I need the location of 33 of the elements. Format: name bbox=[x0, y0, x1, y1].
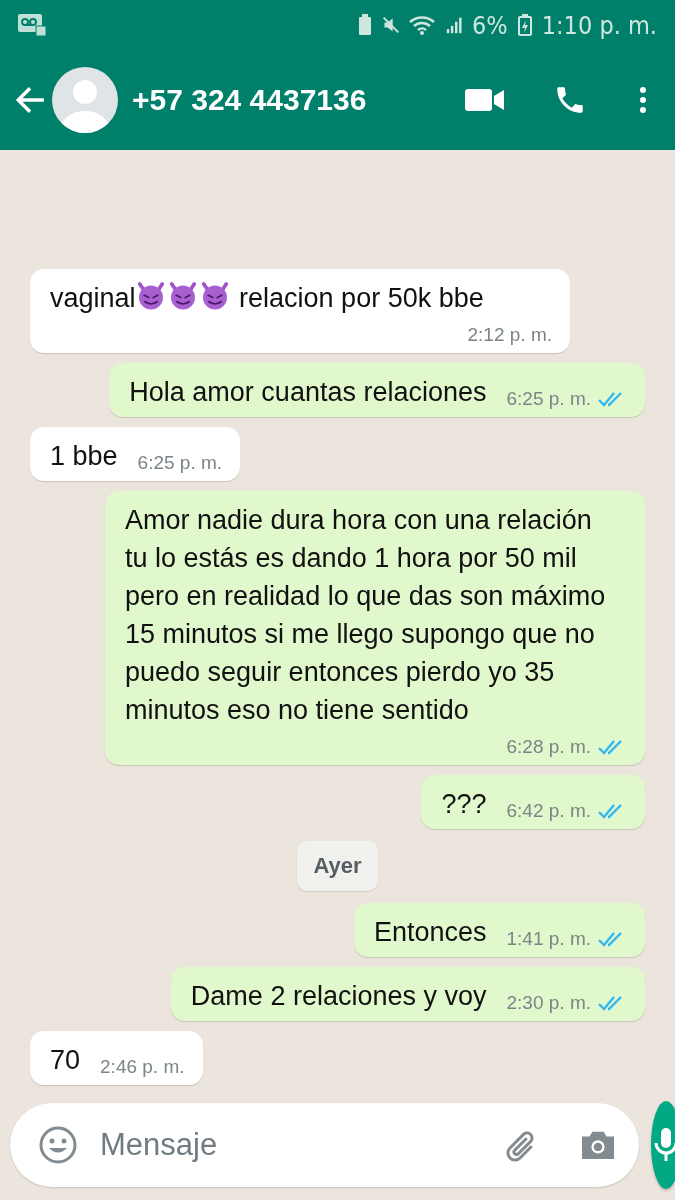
message-text: Dame 2 relaciones y voy bbox=[190, 980, 487, 1013]
message-time: 6:25 p. m. bbox=[506, 387, 591, 411]
back-arrow-icon[interactable] bbox=[14, 84, 46, 116]
message-text: Entonces bbox=[373, 916, 487, 949]
microphone-button[interactable] bbox=[651, 1100, 675, 1189]
message-time: 6:28 p. m. bbox=[506, 735, 591, 759]
contact-name[interactable]: +57 324 4437136 bbox=[132, 83, 465, 117]
battery-percent: 6% bbox=[472, 10, 508, 40]
video-call-icon[interactable] bbox=[465, 86, 505, 114]
devil-face-icon bbox=[135, 281, 166, 311]
message-text: Amor nadie dura hora con una relación tu lo estás es dando 1 hora por 50 mil pero en realidad lo que das son máximo 15 minutos si me llego supongo que no puedo seguir entonces pierdo yo 35 minutos eso no tiene sentido bbox=[125, 504, 607, 727]
message-text: Hola amor cuantas relaciones bbox=[129, 376, 487, 409]
message-text: vaginal relacion por 50k bbe bbox=[50, 280, 484, 315]
message-text: 70 bbox=[50, 1044, 81, 1077]
more-options-icon[interactable] bbox=[639, 86, 647, 114]
devil-face-icon bbox=[199, 281, 230, 311]
mute-icon bbox=[382, 14, 401, 36]
smiley-icon[interactable] bbox=[38, 1124, 78, 1165]
message-time: 6:42 p. m. bbox=[506, 799, 591, 823]
status-time: 1:10 p. m. bbox=[541, 10, 657, 40]
message-text: 1 bbe bbox=[50, 440, 118, 473]
message-time: 2:46 p. m. bbox=[100, 1055, 185, 1079]
message-text: ??? bbox=[441, 788, 487, 821]
message-field[interactable]: Mensaje bbox=[98, 1125, 501, 1164]
date-chip: Ayer bbox=[297, 841, 378, 891]
message-bar[interactable]: Mensaje bbox=[10, 1102, 639, 1187]
devil-face-icon bbox=[167, 281, 198, 311]
battery-charging-icon bbox=[515, 14, 534, 36]
message-time: 2:12 p. m. bbox=[467, 323, 552, 347]
message-time: 1:41 p. m. bbox=[506, 927, 591, 951]
message-time: 6:25 p. m. bbox=[137, 451, 223, 475]
voicemail-icon bbox=[18, 14, 46, 36]
message-time: 2:30 p. m. bbox=[506, 991, 591, 1015]
